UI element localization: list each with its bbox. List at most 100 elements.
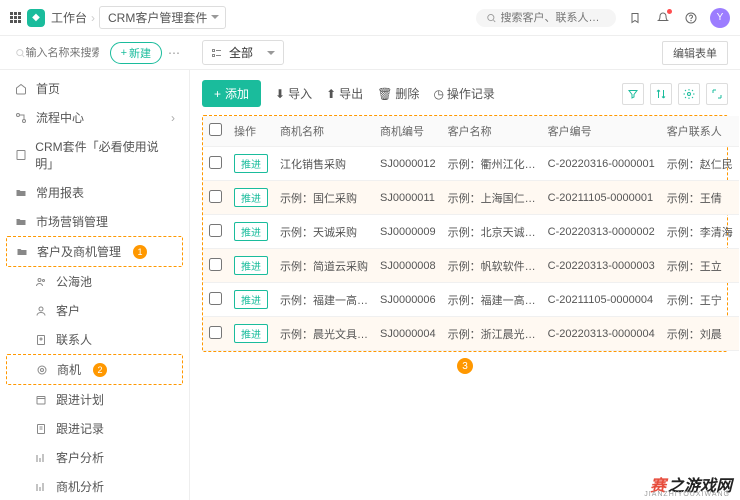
breadcrumb: 工作台 › CRM客户管理套件 <box>51 6 226 29</box>
edit-form-button[interactable]: 编辑表单 <box>662 41 728 65</box>
col-cust-contact[interactable]: 客户联系人 <box>661 116 739 147</box>
badge-1: 1 <box>133 245 147 259</box>
cell-cust-contact: 示例：王宁 <box>661 283 739 317</box>
table-row[interactable]: 推进 示例：简道云采购 SJ0000008 示例：帆软软件有限公司 C-2022… <box>203 249 739 283</box>
nav-opportunity[interactable]: 商机2 <box>6 354 183 385</box>
cell-opp-code: SJ0000008 <box>374 249 442 283</box>
upload-icon: ⬆ <box>326 87 336 101</box>
select-all-checkbox[interactable] <box>209 123 222 136</box>
row-checkbox[interactable] <box>209 156 222 169</box>
breadcrumb-suite-dropdown[interactable]: CRM客户管理套件 <box>99 6 226 29</box>
target-icon <box>35 364 49 376</box>
global-search[interactable] <box>476 9 616 27</box>
filter-icon <box>627 88 639 100</box>
row-checkbox[interactable] <box>209 292 222 305</box>
col-opp-code[interactable]: 商机编号 <box>374 116 442 147</box>
row-checkbox[interactable] <box>209 326 222 339</box>
view-label: 全部 <box>229 44 253 61</box>
add-button[interactable]: +添加 <box>202 80 261 107</box>
cell-cust-contact: 示例：赵仁民 <box>661 147 739 181</box>
cell-cust-code: C-20220313-0000003 <box>542 249 661 283</box>
delete-button[interactable]: 🗑删除 <box>377 85 419 102</box>
import-button[interactable]: ⬇导入 <box>275 85 312 102</box>
col-cust-name[interactable]: 客户名称 <box>442 116 542 147</box>
nav-contact[interactable]: 联系人 <box>0 325 189 354</box>
sidebar-search[interactable] <box>10 44 104 62</box>
flow-icon <box>14 112 28 124</box>
help-icon[interactable] <box>682 9 700 27</box>
cell-opp-name: 示例：天诚采购 <box>274 215 374 249</box>
sort-button[interactable] <box>650 83 672 105</box>
push-button[interactable]: 推进 <box>234 324 268 343</box>
home-icon <box>14 83 28 95</box>
nav-marketing[interactable]: 市场营销管理 <box>0 207 189 236</box>
export-button[interactable]: ⬆导出 <box>326 85 363 102</box>
nav-home[interactable]: 首页 <box>0 74 189 103</box>
push-button[interactable]: 推进 <box>234 256 268 275</box>
nav-customer-analysis[interactable]: 客户分析 <box>0 443 189 472</box>
table-row[interactable]: 推进 示例：天诚采购 SJ0000009 示例：北京天诚软件… C-202203… <box>203 215 739 249</box>
table-row[interactable]: 推进 示例：福建一高3月订单 SJ0000006 示例：福建一高集团 C-202… <box>203 283 739 317</box>
row-checkbox[interactable] <box>209 190 222 203</box>
cell-cust-name: 示例：上海国仁有限… <box>442 181 542 215</box>
search-icon <box>486 12 497 24</box>
cell-opp-name: 示例：国仁采购 <box>274 181 374 215</box>
avatar[interactable]: Y <box>710 8 730 28</box>
notification-icon[interactable] <box>654 9 672 27</box>
push-button[interactable]: 推进 <box>234 290 268 309</box>
push-button[interactable]: 推进 <box>234 222 268 241</box>
push-button[interactable]: 推进 <box>234 188 268 207</box>
trash-icon: 🗑 <box>377 87 392 101</box>
table-row[interactable]: 推进 江化销售采购 SJ0000012 示例：衢州江化集团 C-20220316… <box>203 147 739 181</box>
global-search-input[interactable] <box>501 12 606 24</box>
sidebar-search-input[interactable] <box>26 47 99 59</box>
cell-cust-name: 示例：福建一高集团 <box>442 283 542 317</box>
bookmark-icon[interactable] <box>626 9 644 27</box>
nav-customer-opportunity[interactable]: 客户及商机管理1 <box>6 236 183 267</box>
brand-icon: ◆ <box>27 9 45 27</box>
nav-process[interactable]: 流程中心› <box>0 103 189 132</box>
nav-reports[interactable]: 常用报表 <box>0 178 189 207</box>
cell-cust-code: C-20220313-0000002 <box>542 215 661 249</box>
plus-icon: + <box>121 47 127 59</box>
cell-cust-code: C-20211105-0000001 <box>542 181 661 215</box>
col-opp-name[interactable]: 商机名称 <box>274 116 374 147</box>
cell-cust-name: 示例：浙江晨光文具… <box>442 317 542 351</box>
nav-follow-plan[interactable]: 跟进计划 <box>0 385 189 414</box>
users-icon <box>34 276 48 288</box>
log-button[interactable]: ◷操作记录 <box>433 85 495 102</box>
cell-opp-code: SJ0000011 <box>374 181 442 215</box>
filter-button[interactable] <box>622 83 644 105</box>
apps-grid-icon[interactable] <box>10 12 21 23</box>
cell-cust-code: C-20220313-0000004 <box>542 317 661 351</box>
new-button[interactable]: +新建 <box>110 42 162 64</box>
search-icon <box>15 47 26 59</box>
cell-opp-code: SJ0000012 <box>374 147 442 181</box>
cell-opp-name: 江化销售采购 <box>274 147 374 181</box>
push-button[interactable]: 推进 <box>234 154 268 173</box>
col-cust-code[interactable]: 客户编号 <box>542 116 661 147</box>
table-row[interactable]: 推进 示例：晨光文具设备… SJ0000004 示例：浙江晨光文具… C-202… <box>203 317 739 351</box>
nav-pool[interactable]: 公海池 <box>0 267 189 296</box>
nav-customer[interactable]: 客户 <box>0 296 189 325</box>
breadcrumb-workspace[interactable]: 工作台 <box>51 9 87 26</box>
view-selector[interactable]: 全部 <box>202 40 284 65</box>
watermark-sub: JIANZHIYOUXIWANG <box>644 491 730 498</box>
folder-open-icon <box>15 246 29 258</box>
data-table: 操作 商机名称 商机编号 客户名称 客户编号 客户联系人 推进 江化销售采购 S… <box>202 115 728 352</box>
row-checkbox[interactable] <box>209 224 222 237</box>
expand-button[interactable] <box>706 83 728 105</box>
nav-crm-kit[interactable]: CRM套件「必看使用说明」 <box>0 132 189 178</box>
more-icon[interactable]: ⋯ <box>168 46 180 60</box>
nav-follow-record[interactable]: 跟进记录 <box>0 414 189 443</box>
cell-cust-name: 示例：帆软软件有限公司 <box>442 249 542 283</box>
row-checkbox[interactable] <box>209 258 222 271</box>
cell-opp-code: SJ0000006 <box>374 283 442 317</box>
table-row[interactable]: 推进 示例：国仁采购 SJ0000011 示例：上海国仁有限… C-202111… <box>203 181 739 215</box>
cell-opp-code: SJ0000009 <box>374 215 442 249</box>
settings-button[interactable] <box>678 83 700 105</box>
chevron-right-icon: › <box>171 111 175 125</box>
cell-cust-contact: 示例：刘晨 <box>661 317 739 351</box>
nav-opportunity-analysis[interactable]: 商机分析 <box>0 472 189 500</box>
download-icon: ⬇ <box>275 87 285 101</box>
